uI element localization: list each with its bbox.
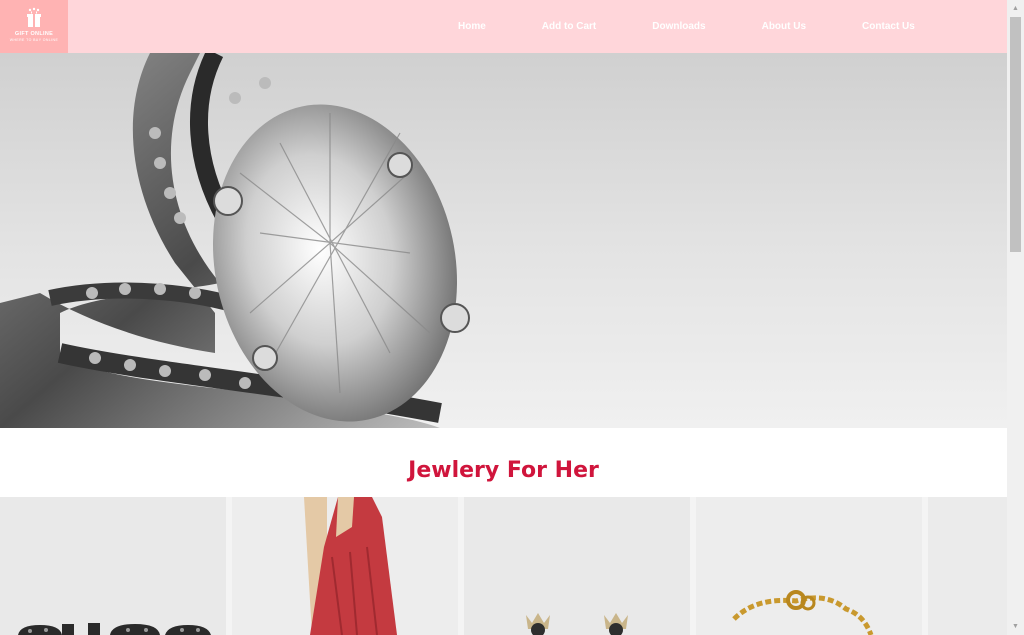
section-title: Jewlery For Her (408, 458, 599, 483)
scroll-up-arrow-icon[interactable]: ▲ (1007, 0, 1024, 17)
red-dress-image (232, 497, 458, 635)
logo-name: GIFT ONLINE (14, 31, 54, 37)
partial-product-image (928, 497, 1007, 635)
vertical-scrollbar[interactable]: ▲ ▼ (1007, 0, 1024, 635)
gift-box-icon (23, 7, 45, 29)
page: GIFT ONLINE WHERE TO BUY ONLINE Home Add… (0, 0, 1007, 635)
nav-home[interactable]: Home (430, 21, 514, 32)
nav-downloads[interactable]: Downloads (624, 21, 733, 32)
scroll-down-arrow-icon[interactable]: ▼ (1007, 618, 1024, 635)
black-ring-image (0, 497, 226, 635)
product-card[interactable] (464, 497, 696, 635)
scroll-thumb[interactable] (1010, 17, 1021, 252)
hero-banner (0, 53, 1007, 428)
site-header: GIFT ONLINE WHERE TO BUY ONLINE Home Add… (0, 0, 1007, 53)
product-card[interactable] (928, 497, 1007, 635)
main-nav: Home Add to Cart Downloads About Us Cont… (430, 0, 943, 53)
product-card[interactable] (696, 497, 928, 635)
site-logo[interactable]: GIFT ONLINE WHERE TO BUY ONLINE (0, 0, 68, 53)
product-card[interactable] (232, 497, 464, 635)
nav-add-to-cart[interactable]: Add to Cart (514, 21, 624, 32)
crystal-earrings-image (464, 497, 690, 635)
nav-contact-us[interactable]: Contact Us (834, 21, 943, 32)
logo-tagline: WHERE TO BUY ONLINE (9, 38, 59, 42)
product-row (0, 497, 1007, 635)
gold-bracelet-image (696, 497, 922, 635)
nav-about-us[interactable]: About Us (734, 21, 834, 32)
product-card[interactable] (0, 497, 232, 635)
diamond-ring-image (0, 53, 470, 428)
